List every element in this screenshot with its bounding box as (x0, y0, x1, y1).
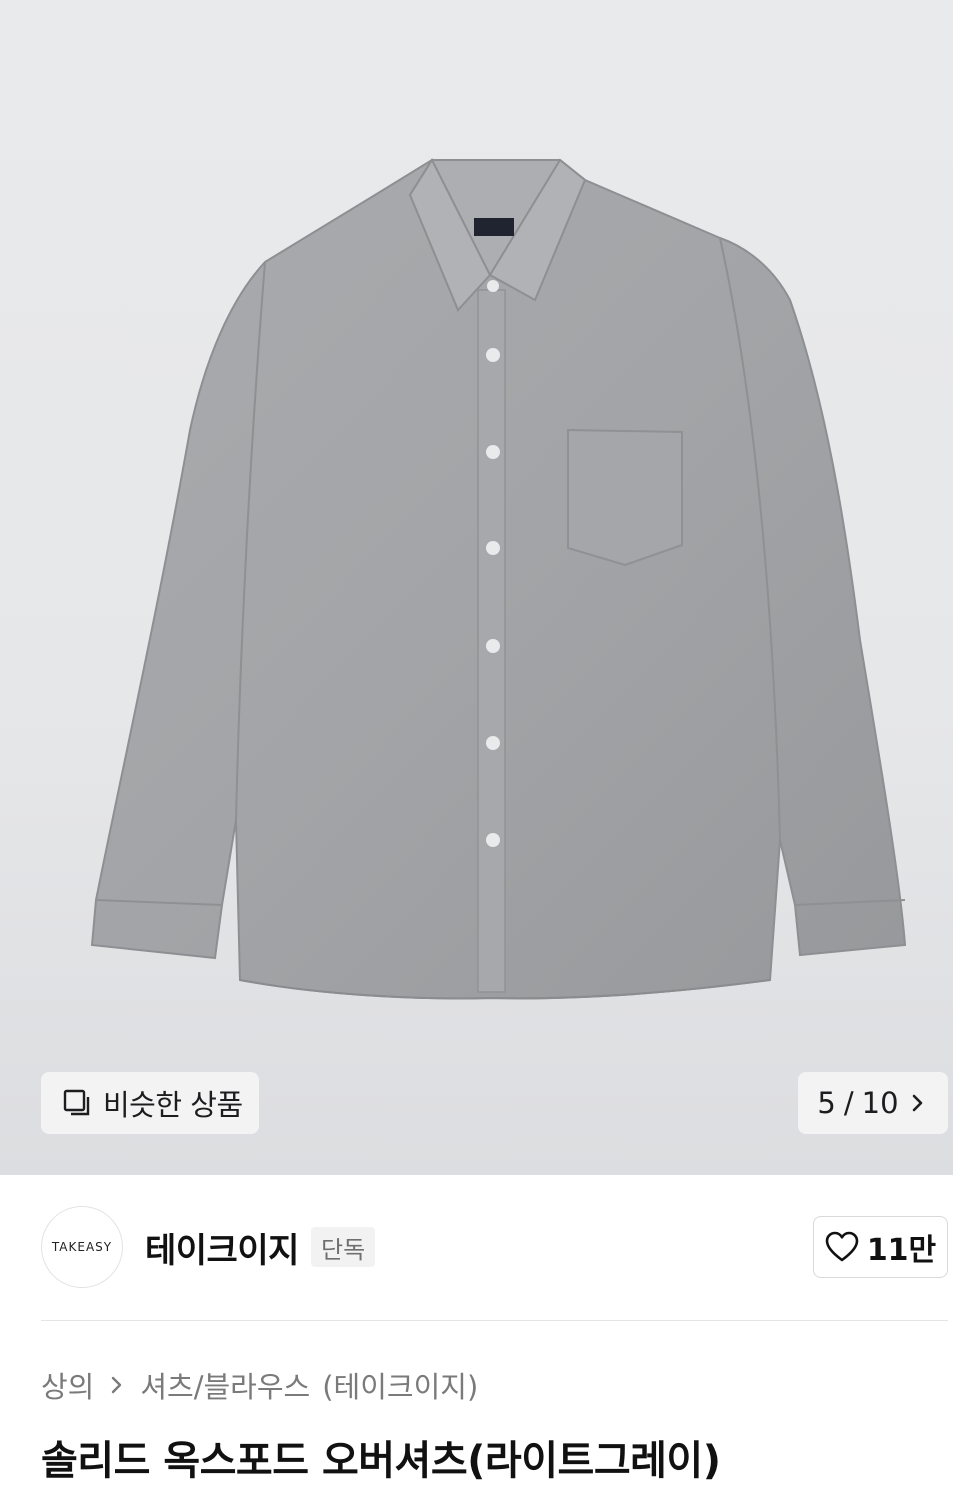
pager-total: 10 (861, 1086, 899, 1120)
pager-separator: / (843, 1086, 854, 1120)
brand-name[interactable]: 테이크이지 (145, 1223, 299, 1272)
breadcrumb-item-category[interactable]: 상의 (41, 1364, 94, 1406)
brand-row: TAKEASY 테이크이지 단독 11만 (0, 1175, 953, 1321)
like-button[interactable]: 11만 (813, 1216, 948, 1278)
copy-icon (61, 1087, 93, 1119)
breadcrumb: 상의 셔츠/블라우스 (테이크이지) (41, 1364, 478, 1406)
chevron-right-icon (106, 1374, 128, 1396)
product-title: 솔리드 옥스포드 오버셔츠(라이트그레이) (41, 1438, 721, 1484)
chevron-right-icon (907, 1092, 929, 1114)
product-image-gallery[interactable]: 비슷한 상품 5 / 10 (0, 0, 953, 1175)
brand-logo[interactable]: TAKEASY (41, 1206, 123, 1288)
similar-products-label: 비슷한 상품 (103, 1088, 243, 1122)
similar-products-button[interactable]: 비슷한 상품 (41, 1072, 259, 1134)
divider (41, 1320, 948, 1321)
pager-current: 5 (817, 1086, 836, 1120)
breadcrumb-item-subcategory[interactable]: 셔츠/블라우스 (140, 1364, 310, 1406)
product-image (90, 157, 907, 1000)
exclusive-badge: 단독 (311, 1227, 376, 1267)
heart-icon (825, 1230, 859, 1264)
like-count: 11만 (866, 1233, 937, 1268)
brand-logo-text: TAKEASY (51, 1240, 113, 1254)
image-pager-button[interactable]: 5 / 10 (798, 1072, 948, 1134)
breadcrumb-item-brand[interactable]: (테이크이지) (322, 1364, 478, 1406)
